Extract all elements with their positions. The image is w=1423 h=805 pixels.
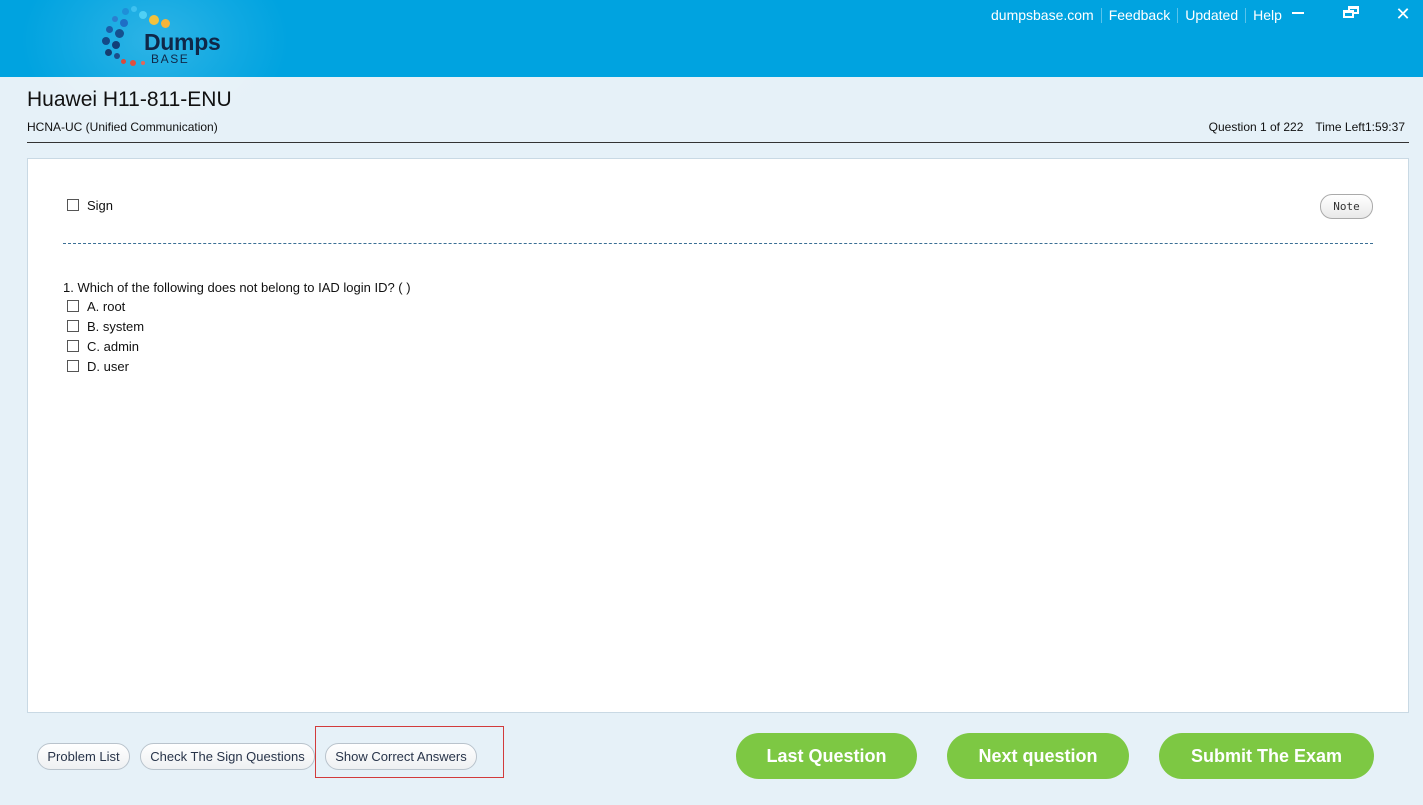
- logo-dot: [139, 11, 147, 19]
- header-links: dumpsbase.com Feedback Updated Help: [984, 8, 1289, 23]
- option-b-label: B. system: [87, 319, 145, 334]
- logo-dot: [121, 59, 126, 64]
- next-question-button[interactable]: Next question: [947, 733, 1129, 779]
- logo-dot: [149, 15, 159, 25]
- sign-toggle[interactable]: Sign: [67, 198, 113, 213]
- answer-options: A. root B. system C. admin D. user: [67, 299, 144, 379]
- option-c-checkbox[interactable]: [67, 340, 79, 352]
- option-d[interactable]: D. user: [67, 359, 144, 379]
- exam-title: Huawei H11-811-ENU: [27, 88, 232, 111]
- option-c[interactable]: C. admin: [67, 339, 144, 359]
- question-text: 1. Which of the following does not belon…: [63, 280, 411, 295]
- minimize-icon: [1292, 12, 1304, 14]
- time-left: Time Left 1:59:37: [1315, 120, 1405, 134]
- logo-dot: [141, 61, 145, 65]
- logo-dot: [122, 8, 129, 15]
- question-counter: Question 1 of 222: [1208, 120, 1304, 134]
- logo-dot: [115, 29, 124, 38]
- time-left-value: 1:59:37: [1364, 120, 1405, 134]
- option-d-label: D. user: [87, 359, 129, 374]
- show-correct-answers-button[interactable]: Show Correct Answers: [325, 743, 477, 770]
- minimize-button[interactable]: [1278, 0, 1318, 28]
- option-a-label: A. root: [87, 299, 126, 314]
- option-c-label: C. admin: [87, 339, 140, 354]
- note-button[interactable]: Note: [1320, 194, 1373, 219]
- sign-label: Sign: [87, 198, 114, 213]
- option-a[interactable]: A. root: [67, 299, 144, 319]
- link-updated[interactable]: Updated: [1177, 8, 1245, 23]
- logo-dot: [120, 19, 128, 27]
- restore-icon-front: [1343, 10, 1354, 18]
- submit-exam-button[interactable]: Submit The Exam: [1159, 733, 1374, 779]
- restore-button[interactable]: [1330, 0, 1370, 28]
- logo-dot: [112, 16, 118, 22]
- exam-status: Question 1 of 222 Time Left 1:59:37: [1209, 120, 1405, 134]
- option-b[interactable]: B. system: [67, 319, 144, 339]
- close-button[interactable]: ✕: [1383, 0, 1423, 28]
- problem-list-button[interactable]: Problem List: [37, 743, 130, 770]
- link-feedback[interactable]: Feedback: [1100, 8, 1177, 23]
- logo-dot: [131, 6, 137, 12]
- logo-dot: [102, 37, 110, 45]
- option-a-checkbox[interactable]: [67, 300, 79, 312]
- option-d-checkbox[interactable]: [67, 360, 79, 372]
- logo-dot: [130, 60, 136, 66]
- logo-dot: [106, 26, 113, 33]
- exam-subtitle: HCNA-UC (Unified Communication): [27, 120, 218, 134]
- header-divider: [27, 142, 1409, 143]
- logo-dot: [161, 19, 170, 28]
- close-icon: ✕: [1395, 4, 1411, 24]
- check-sign-questions-button[interactable]: Check The Sign Questions: [140, 743, 315, 770]
- question-panel: Sign Note 1. Which of the following does…: [27, 158, 1409, 713]
- last-question-button[interactable]: Last Question: [736, 733, 917, 779]
- dumpsbase-logo: Dumps BASE: [98, 6, 238, 70]
- sign-checkbox[interactable]: [67, 199, 79, 211]
- time-left-label: Time Left: [1315, 120, 1365, 134]
- logo-dot: [114, 53, 120, 59]
- link-dumpsbase[interactable]: dumpsbase.com: [984, 8, 1101, 23]
- dashed-divider: [63, 243, 1373, 244]
- logo-dot: [112, 41, 120, 49]
- logo-subtitle: BASE: [151, 52, 190, 66]
- title-bar: Dumps BASE dumpsbase.com Feedback Update…: [0, 0, 1423, 140]
- option-b-checkbox[interactable]: [67, 320, 79, 332]
- logo-dot: [105, 49, 112, 56]
